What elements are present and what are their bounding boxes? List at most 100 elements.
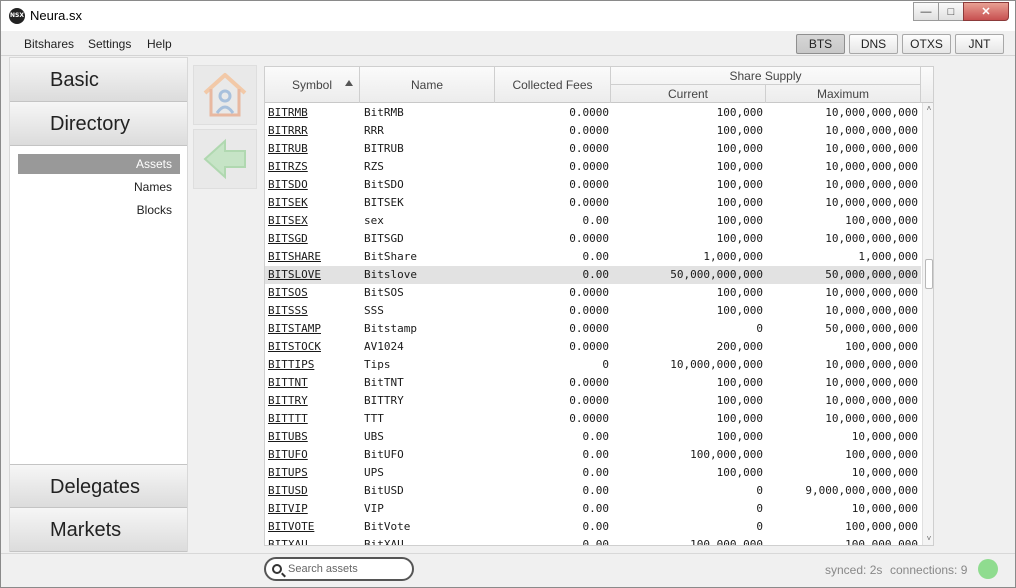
app-window: NSX Neura.sx — □ ✕ Bitshares Settings He… (0, 0, 1016, 588)
cell-symbol[interactable]: BITSSS (268, 302, 358, 320)
cell-fees: 0.0000 (569, 340, 609, 353)
cell-current-supply: 100,000 (716, 466, 763, 479)
cell-maximum-supply: 100,000,000 (845, 214, 918, 227)
cell-symbol[interactable]: BITTTT (268, 410, 358, 428)
scroll-down-icon[interactable]: ˅ (925, 535, 933, 543)
cell-symbol[interactable]: BITSDO (268, 176, 358, 194)
cell-symbol[interactable]: BITSEX (268, 212, 358, 230)
cell-current-supply: 100,000,000 (690, 538, 763, 545)
cell-symbol[interactable]: BITRRR (268, 122, 358, 140)
cell-symbol[interactable]: BITSOS (268, 284, 358, 302)
table-row[interactable]: BITTTT TTT 0.0000 100,000 10,000,000,000 (265, 410, 921, 428)
search-input[interactable] (288, 561, 408, 577)
back-button[interactable] (193, 129, 257, 189)
maximize-button[interactable]: □ (938, 2, 964, 21)
home-button[interactable] (193, 65, 257, 125)
cell-symbol[interactable]: BITSTAMP (268, 320, 358, 338)
network-tab-bts[interactable]: BTS (796, 34, 845, 54)
table-row[interactable]: BITSSS SSS 0.0000 100,000 10,000,000,000 (265, 302, 921, 320)
menu-bitshares[interactable]: Bitshares (24, 37, 74, 51)
cell-name: BitSOS (364, 286, 404, 299)
cell-symbol[interactable]: BITSHARE (268, 248, 358, 266)
sidebar-section-directory[interactable]: Directory (10, 102, 187, 146)
sidebar-item-assets[interactable]: Assets (18, 154, 180, 174)
cell-symbol[interactable]: BITTIPS (268, 356, 358, 374)
sidebar: Basic Directory Assets Names Blocks Dele… (9, 57, 188, 552)
cell-symbol[interactable]: BITSEK (268, 194, 358, 212)
table-row[interactable]: BITSHARE BitShare 0.00 1,000,000 1,000,000 (265, 248, 921, 266)
network-tab-otxs[interactable]: OTXS (902, 34, 951, 54)
table-row[interactable]: BITSEX sex 0.00 100,000 100,000,000 (265, 212, 921, 230)
column-header-current[interactable]: Current (611, 85, 766, 103)
table-row[interactable]: BITSTAMP Bitstamp 0.0000 0 50,000,000,000 (265, 320, 921, 338)
sidebar-section-delegates[interactable]: Delegates (10, 464, 187, 508)
cell-maximum-supply: 10,000,000,000 (825, 286, 918, 299)
cell-current-supply: 0 (756, 484, 763, 497)
table-row[interactable]: BITRRR RRR 0.0000 100,000 10,000,000,000 (265, 122, 921, 140)
cell-name: Bitstamp (364, 322, 417, 335)
cell-current-supply: 0 (756, 520, 763, 533)
table-row[interactable]: BITTRY BITTRY 0.0000 100,000 10,000,000,000 (265, 392, 921, 410)
title-bar[interactable]: NSX Neura.sx — □ ✕ (1, 1, 1015, 31)
table-row[interactable]: BITUPS UPS 0.00 100,000 10,000,000 (265, 464, 921, 482)
cell-symbol[interactable]: BITVIP (268, 500, 358, 518)
cell-symbol[interactable]: BITSTOCK (268, 338, 358, 356)
table-row[interactable]: BITVOTE BitVote 0.00 0 100,000,000 (265, 518, 921, 536)
table-row[interactable]: BITRUB BITRUB 0.0000 100,000 10,000,000,000 (265, 140, 921, 158)
table-row[interactable]: BITUBS UBS 0.00 100,000 10,000,000 (265, 428, 921, 446)
table-row[interactable]: BITTNT BitTNT 0.0000 100,000 10,000,000,000 (265, 374, 921, 392)
cell-symbol[interactable]: BITSGD (268, 230, 358, 248)
cell-name: TTT (364, 412, 384, 425)
column-header-symbol[interactable]: Symbol (265, 67, 360, 103)
table-row[interactable]: BITRZS RZS 0.0000 100,000 10,000,000,000 (265, 158, 921, 176)
table-row[interactable]: BITSGD BITSGD 0.0000 100,000 10,000,000,000 (265, 230, 921, 248)
cell-symbol[interactable]: BITVOTE (268, 518, 358, 536)
column-header-fees[interactable]: Collected Fees (495, 67, 611, 103)
table-row[interactable]: BITRMB BitRMB 0.0000 100,000 10,000,000,000 (265, 104, 921, 122)
cell-fees: 0.0000 (569, 286, 609, 299)
cell-symbol[interactable]: BITTNT (268, 374, 358, 392)
table-row[interactable]: BITSOS BitSOS 0.0000 100,000 10,000,000,000 (265, 284, 921, 302)
cell-symbol[interactable]: BITSLOVE (268, 266, 358, 284)
table-row[interactable]: BITUFO BitUFO 0.00 100,000,000 100,000,000 (265, 446, 921, 464)
column-header-maximum[interactable]: Maximum (766, 85, 921, 103)
cell-symbol[interactable]: BITRZS (268, 158, 358, 176)
network-tab-dns[interactable]: DNS (849, 34, 898, 54)
sidebar-section-markets[interactable]: Markets (10, 508, 187, 552)
minimize-button[interactable]: — (913, 2, 939, 21)
table-row[interactable]: BITTIPS Tips 0 10,000,000,000 10,000,000,000 (265, 356, 921, 374)
window-title: Neura.sx (30, 8, 83, 23)
header-name-label: Name (410, 78, 443, 92)
cell-symbol[interactable]: BITTRY (268, 392, 358, 410)
network-tab-jnt[interactable]: JNT (955, 34, 1004, 54)
cell-symbol[interactable]: BITUFO (268, 446, 358, 464)
close-button[interactable]: ✕ (963, 2, 1009, 21)
vertical-scrollbar[interactable]: ˄ ˅ (922, 103, 933, 545)
sidebar-section-basic[interactable]: Basic (10, 58, 187, 102)
table-row[interactable]: BITSEK BITSEK 0.0000 100,000 10,000,000,000 (265, 194, 921, 212)
column-header-name[interactable]: Name (360, 67, 495, 103)
connection-status-indicator (978, 559, 998, 579)
scroll-up-icon[interactable]: ˄ (925, 105, 933, 113)
cell-symbol[interactable]: BITUBS (268, 428, 358, 446)
cell-symbol[interactable]: BITRUB (268, 140, 358, 158)
cell-symbol[interactable]: BITRMB (268, 104, 358, 122)
table-row[interactable]: BITSDO BitSDO 0.0000 100,000 10,000,000,000 (265, 176, 921, 194)
table-row[interactable]: BITSLOVE Bitslove 0.00 50,000,000,000 50,000… (265, 266, 921, 284)
table-row[interactable]: BITSTOCK AV1024 0.0000 200,000 100,000,000 (265, 338, 921, 356)
table-row[interactable]: BITXAU BitXAU 0.00 100,000,000 100,000,000 (265, 536, 921, 545)
sidebar-item-names[interactable]: Names (18, 177, 180, 197)
sidebar-item-blocks[interactable]: Blocks (18, 200, 180, 220)
cell-fees: 0.0000 (569, 196, 609, 209)
cell-symbol[interactable]: BITXAU (268, 536, 358, 545)
scrollbar-thumb[interactable] (925, 259, 933, 289)
table-row[interactable]: BITUSD BitUSD 0.00 0 9,000,000,000,000 (265, 482, 921, 500)
cell-symbol[interactable]: BITUSD (268, 482, 358, 500)
cell-symbol[interactable]: BITUPS (268, 464, 358, 482)
menu-settings[interactable]: Settings (88, 37, 131, 51)
table-row[interactable]: BITVIP VIP 0.00 0 10,000,000 (265, 500, 921, 518)
menu-help[interactable]: Help (147, 37, 172, 51)
search-box[interactable] (264, 557, 414, 581)
cell-fees: 0.0000 (569, 376, 609, 389)
cell-maximum-supply: 10,000,000 (851, 466, 918, 479)
